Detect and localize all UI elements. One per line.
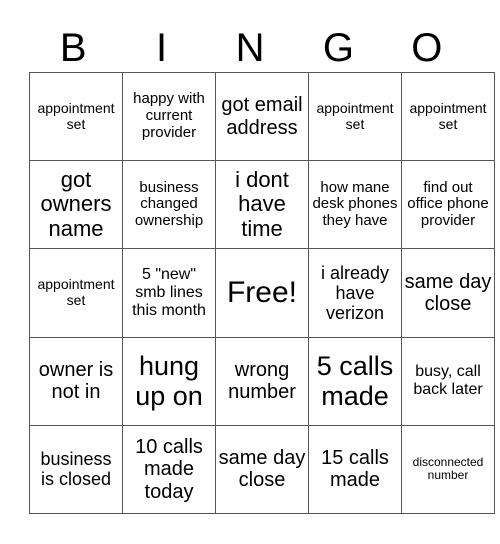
board-row: owner is not in hung up on wrong number … xyxy=(29,336,495,426)
bingo-cell[interactable]: same day close xyxy=(401,248,495,338)
bingo-cell[interactable]: 10 calls made today xyxy=(122,424,216,515)
bingo-cell[interactable]: 15 calls made xyxy=(308,424,402,515)
bingo-cell[interactable]: happy with current provider xyxy=(122,71,216,162)
bingo-cell[interactable]: 5 "new" smb lines this month xyxy=(122,248,216,338)
board-row: appointment set 5 "new" smb lines this m… xyxy=(29,248,495,338)
bingo-cell[interactable]: business changed ownership xyxy=(122,160,216,250)
bingo-cell[interactable]: 5 calls made xyxy=(308,336,402,426)
bingo-header: B I N G O xyxy=(29,24,471,72)
bingo-cell[interactable]: wrong number xyxy=(215,336,309,426)
bingo-cell[interactable]: hung up on xyxy=(122,336,216,426)
bingo-cell[interactable]: appointment set xyxy=(401,71,495,162)
bingo-cell[interactable]: how mane desk phones they have xyxy=(308,160,402,250)
header-letter-g: G xyxy=(322,26,354,70)
header-letter-o: O xyxy=(411,26,443,70)
header-letter-i: I xyxy=(156,26,168,70)
bingo-cell[interactable]: got owners name xyxy=(29,160,123,250)
bingo-cell[interactable]: got email address xyxy=(215,71,309,162)
bingo-cell[interactable]: appointment set xyxy=(29,71,123,162)
bingo-cell[interactable]: owner is not in xyxy=(29,336,123,426)
board-row: got owners name business changed ownersh… xyxy=(29,160,495,250)
board-row: appointment set happy with current provi… xyxy=(29,71,495,162)
bingo-cell[interactable]: i dont have time xyxy=(215,160,309,250)
bingo-cell[interactable]: appointment set xyxy=(29,248,123,338)
bingo-cell[interactable]: i already have verizon xyxy=(308,248,402,338)
bingo-cell[interactable]: disconnected number xyxy=(401,424,495,515)
header-letter-b: B xyxy=(59,26,87,70)
board-row: business is closed 10 calls made today s… xyxy=(29,424,495,515)
bingo-cell[interactable]: appointment set xyxy=(308,71,402,162)
bingo-cell[interactable]: find out office phone provider xyxy=(401,160,495,250)
bingo-cell[interactable]: business is closed xyxy=(29,424,123,515)
bingo-cell[interactable]: busy, call back later xyxy=(401,336,495,426)
header-letter-n: N xyxy=(235,26,265,70)
bingo-cell[interactable]: same day close xyxy=(215,424,309,515)
bingo-board: appointment set happy with current provi… xyxy=(29,71,495,515)
free-space-cell[interactable]: Free! xyxy=(215,248,309,338)
